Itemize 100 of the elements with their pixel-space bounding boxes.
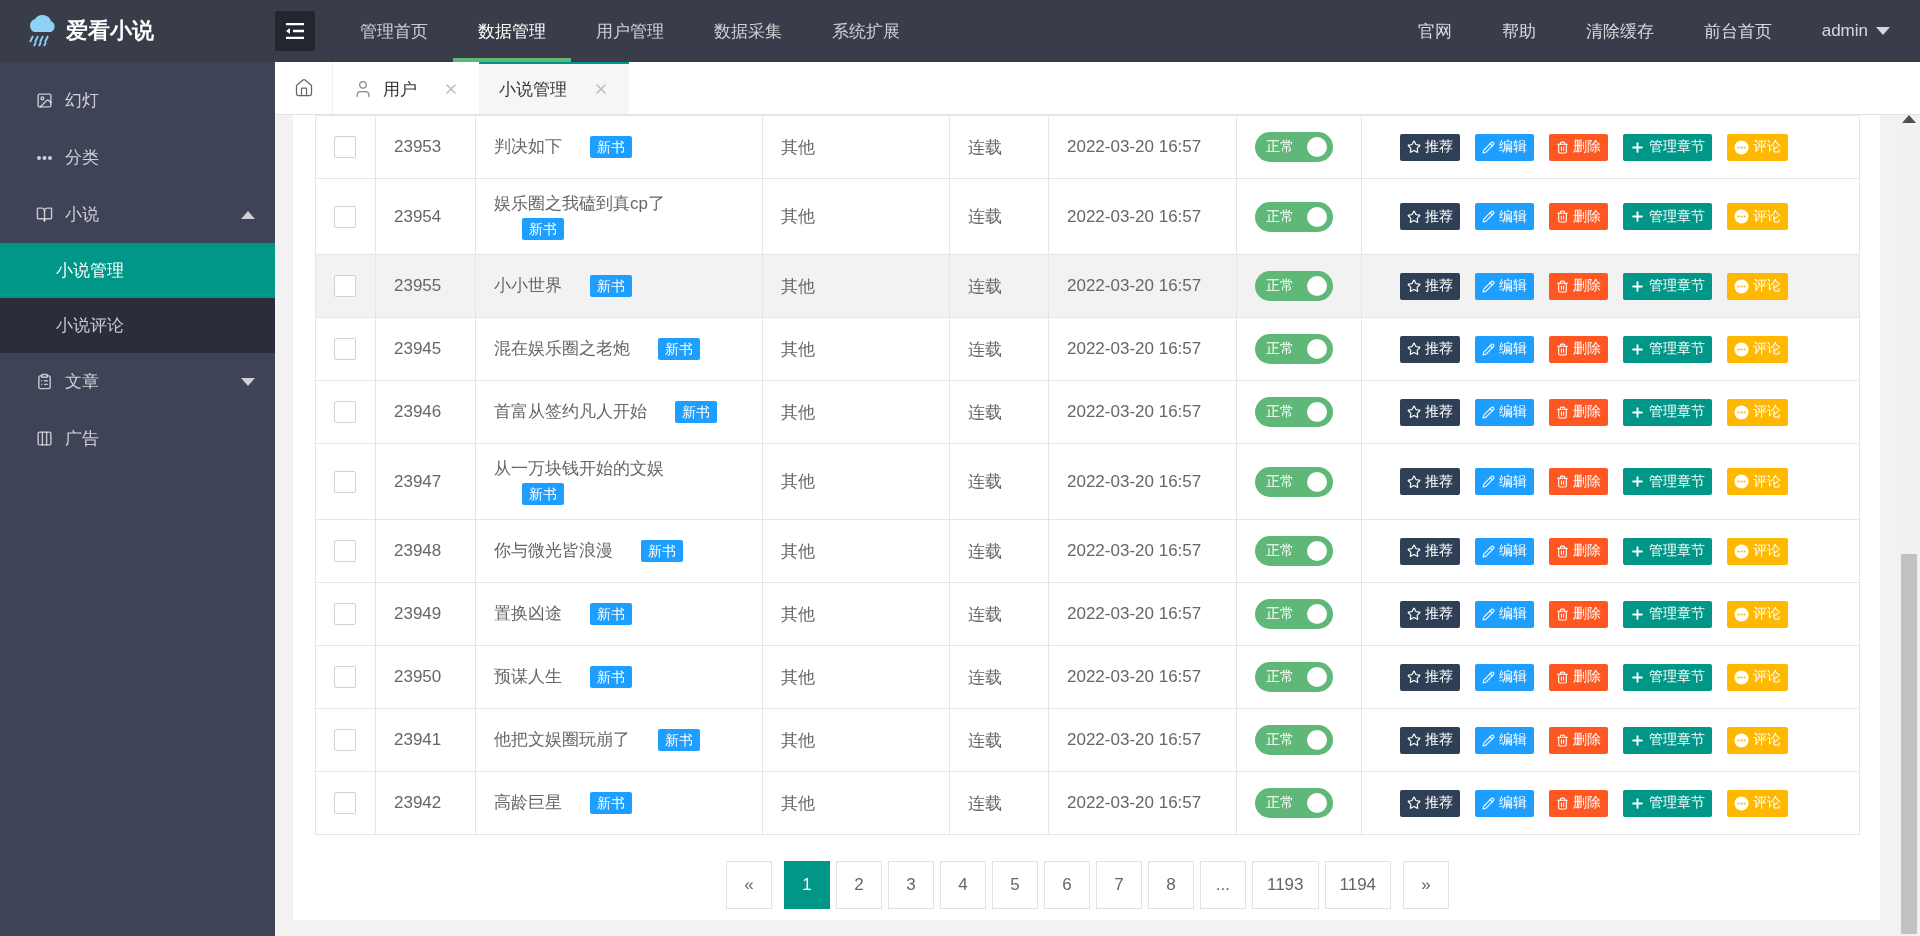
recommend-button[interactable]: 推荐: [1400, 789, 1460, 817]
page-button[interactable]: 3: [887, 861, 934, 909]
status-switch[interactable]: 正常: [1255, 334, 1333, 364]
prev-page-button[interactable]: «: [725, 861, 772, 909]
edit-button[interactable]: 编辑: [1475, 398, 1534, 426]
page-button[interactable]: 1194: [1324, 861, 1392, 909]
page-button[interactable]: 1: [783, 861, 830, 909]
row-checkbox[interactable]: [334, 666, 356, 688]
status-switch[interactable]: 正常: [1255, 466, 1333, 497]
chapters-button[interactable]: 管理章节: [1623, 789, 1712, 817]
recommend-button[interactable]: 推荐: [1400, 537, 1460, 565]
delete-button[interactable]: 删除: [1549, 600, 1608, 628]
delete-button[interactable]: 删除: [1549, 663, 1608, 691]
sidebar-item[interactable]: 广告: [0, 410, 275, 467]
chapters-button[interactable]: 管理章节: [1623, 726, 1712, 754]
edit-button[interactable]: 编辑: [1475, 468, 1534, 495]
header-link[interactable]: 官网: [1392, 19, 1477, 43]
sidebar-item[interactable]: 文章: [0, 353, 275, 410]
recommend-button[interactable]: 推荐: [1400, 726, 1460, 754]
chapters-button[interactable]: 管理章节: [1623, 663, 1712, 691]
edit-button[interactable]: 编辑: [1475, 726, 1534, 754]
row-checkbox[interactable]: [334, 540, 356, 562]
chapters-button[interactable]: 管理章节: [1623, 600, 1712, 628]
edit-button[interactable]: 编辑: [1475, 789, 1534, 817]
chapters-button[interactable]: 管理章节: [1623, 468, 1712, 495]
page-button[interactable]: 1193: [1251, 861, 1319, 909]
page-button[interactable]: 4: [939, 861, 986, 909]
recommend-button[interactable]: 推荐: [1400, 272, 1460, 300]
row-checkbox[interactable]: [334, 136, 356, 158]
status-switch[interactable]: 正常: [1255, 536, 1333, 566]
submenu-item[interactable]: 小说管理: [0, 243, 275, 298]
recommend-button[interactable]: 推荐: [1400, 203, 1460, 230]
edit-button[interactable]: 编辑: [1475, 203, 1534, 230]
submenu-item[interactable]: 小说评论: [0, 298, 275, 353]
row-checkbox[interactable]: [334, 205, 356, 228]
delete-button[interactable]: 删除: [1549, 398, 1608, 426]
edit-button[interactable]: 编辑: [1475, 537, 1534, 565]
chapters-button[interactable]: 管理章节: [1623, 272, 1712, 300]
delete-button[interactable]: 删除: [1549, 203, 1608, 230]
recommend-button[interactable]: 推荐: [1400, 133, 1460, 161]
sidebar-item[interactable]: 分类: [0, 129, 275, 186]
row-checkbox[interactable]: [334, 401, 356, 423]
status-switch[interactable]: 正常: [1255, 271, 1333, 301]
delete-button[interactable]: 删除: [1549, 537, 1608, 565]
delete-button[interactable]: 删除: [1549, 468, 1608, 495]
recommend-button[interactable]: 推荐: [1400, 600, 1460, 628]
page-button[interactable]: 6: [1043, 861, 1090, 909]
user-menu[interactable]: admin: [1796, 21, 1900, 41]
status-switch[interactable]: 正常: [1255, 788, 1333, 818]
status-switch[interactable]: 正常: [1255, 725, 1333, 755]
page-button[interactable]: ...: [1199, 861, 1246, 909]
status-switch[interactable]: 正常: [1255, 201, 1333, 232]
delete-button[interactable]: 删除: [1549, 335, 1608, 363]
chapters-button[interactable]: 管理章节: [1623, 335, 1712, 363]
recommend-button[interactable]: 推荐: [1400, 663, 1460, 691]
row-checkbox[interactable]: [334, 338, 356, 360]
delete-button[interactable]: 删除: [1549, 789, 1608, 817]
header-link[interactable]: 清除缓存: [1560, 19, 1679, 43]
header-link[interactable]: 前台首页: [1678, 19, 1797, 43]
menu-toggle-button[interactable]: [275, 11, 315, 51]
status-switch[interactable]: 正常: [1255, 132, 1333, 162]
header-link[interactable]: 帮助: [1476, 19, 1561, 43]
edit-button[interactable]: 编辑: [1475, 663, 1534, 691]
row-checkbox[interactable]: [334, 470, 356, 493]
page-button[interactable]: 7: [1095, 861, 1142, 909]
chapters-button[interactable]: 管理章节: [1623, 203, 1712, 230]
delete-button[interactable]: 删除: [1549, 133, 1608, 161]
comment-icon: [1734, 209, 1749, 224]
delete-button[interactable]: 删除: [1549, 726, 1608, 754]
sidebar-item[interactable]: 幻灯: [0, 72, 275, 129]
page-button[interactable]: 8: [1147, 861, 1194, 909]
id-cell: 23955: [394, 276, 442, 296]
row-checkbox[interactable]: [334, 603, 356, 625]
recommend-button[interactable]: 推荐: [1400, 398, 1460, 426]
next-page-button[interactable]: »: [1403, 861, 1450, 909]
nav-item[interactable]: 数据采集: [689, 0, 807, 62]
recommend-button[interactable]: 推荐: [1400, 468, 1460, 495]
scrollbar[interactable]: [1898, 115, 1920, 936]
edit-button[interactable]: 编辑: [1475, 335, 1534, 363]
page-button[interactable]: 2: [835, 861, 882, 909]
page-tab[interactable]: 小说管理: [479, 62, 629, 114]
row-checkbox[interactable]: [334, 729, 356, 751]
page-button[interactable]: 5: [991, 861, 1038, 909]
chapters-button[interactable]: 管理章节: [1623, 537, 1712, 565]
nav-item[interactable]: 用户管理: [571, 0, 689, 62]
edit-button[interactable]: 编辑: [1475, 133, 1534, 161]
status-switch[interactable]: 正常: [1255, 599, 1333, 629]
nav-item[interactable]: 管理首页: [335, 0, 453, 62]
edit-button[interactable]: 编辑: [1475, 600, 1534, 628]
edit-button[interactable]: 编辑: [1475, 272, 1534, 300]
chapters-button[interactable]: 管理章节: [1623, 133, 1712, 161]
sidebar-item[interactable]: 小说: [0, 186, 275, 243]
status-switch[interactable]: 正常: [1255, 662, 1333, 692]
recommend-button[interactable]: 推荐: [1400, 335, 1460, 363]
status-switch[interactable]: 正常: [1255, 397, 1333, 427]
row-checkbox[interactable]: [334, 792, 356, 814]
nav-item[interactable]: 系统扩展: [807, 0, 925, 62]
row-checkbox[interactable]: [334, 275, 356, 297]
chapters-button[interactable]: 管理章节: [1623, 398, 1712, 426]
delete-button[interactable]: 删除: [1549, 272, 1608, 300]
